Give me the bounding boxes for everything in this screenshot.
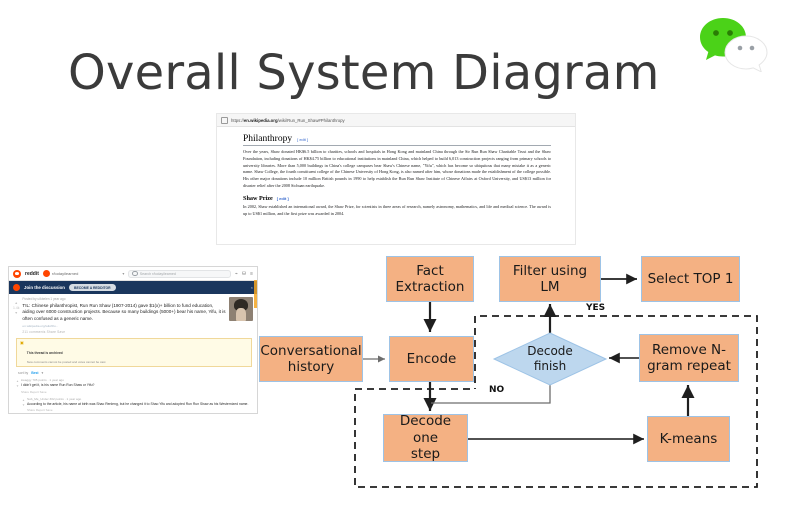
node-encode[interactable]: Encode [389, 336, 474, 382]
decode-finish-diamond[interactable] [492, 332, 608, 386]
node-label: Encode [406, 350, 457, 367]
node-conversational-history[interactable]: Conversational history [259, 336, 363, 382]
node-label-line2: step [410, 446, 441, 463]
node-select-top-1[interactable]: Select TOP 1 [641, 256, 740, 302]
node-filter-using-lm[interactable]: Filter using LM [499, 256, 601, 302]
node-remove-ngram-repeat[interactable]: Remove N-gram repeat [639, 334, 739, 382]
node-label: Filter using LM [512, 262, 588, 295]
node-label-line2: Extraction [395, 279, 465, 295]
node-label: K-means [659, 430, 718, 447]
edge-label-yes: YES [586, 303, 606, 313]
slide-canvas: Overall System Diagram https://en.wikipe… [0, 0, 790, 515]
node-label-line1: Remove N- [651, 341, 727, 358]
node-label: Select TOP 1 [647, 270, 734, 287]
edge-label-no: NO [489, 385, 505, 395]
node-k-means[interactable]: K-means [647, 416, 730, 462]
node-label-line1: Decode one [399, 413, 452, 446]
node-label-line1: Fact [416, 262, 444, 279]
node-decode-one-step[interactable]: Decode one step [383, 413, 468, 463]
node-label-line1: Conversational [260, 342, 362, 359]
node-label-line2: history [287, 359, 335, 375]
node-fact-extraction[interactable]: Fact Extraction [386, 256, 474, 302]
node-label-line2: gram repeat [647, 358, 731, 374]
